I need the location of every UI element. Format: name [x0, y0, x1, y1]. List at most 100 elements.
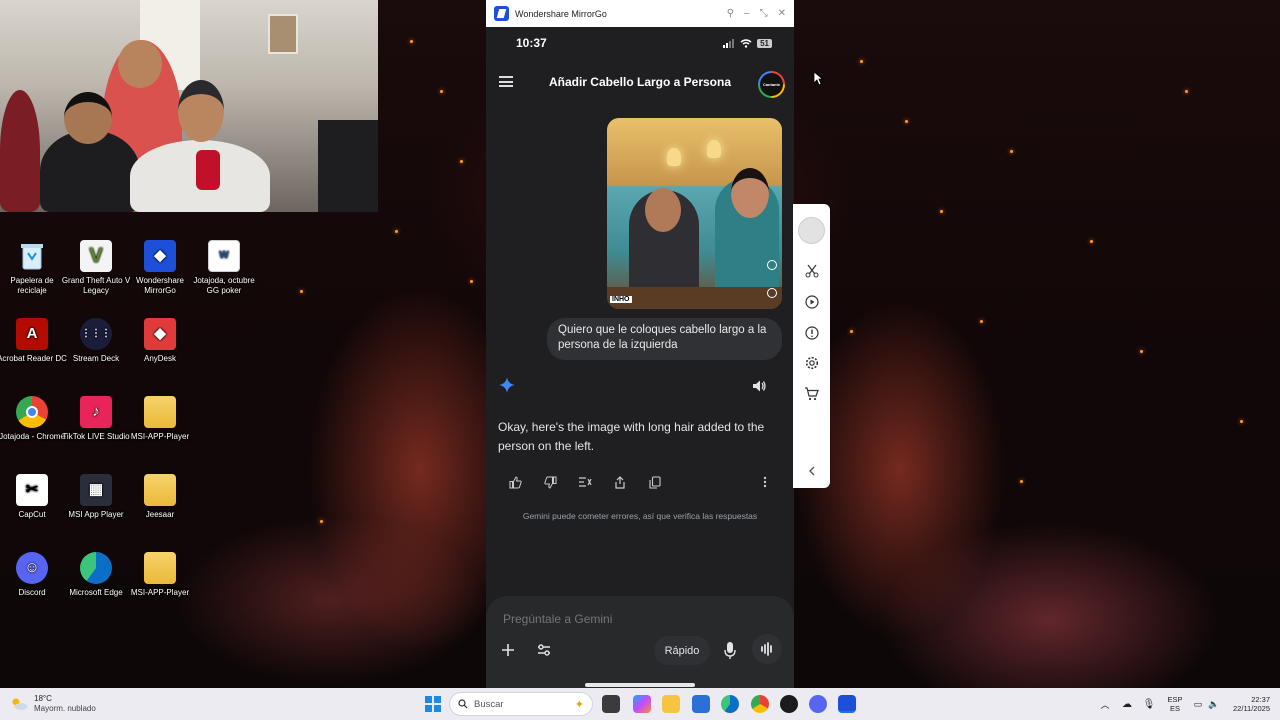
waveform-icon — [761, 642, 772, 656]
ember — [980, 320, 983, 323]
settings-gear-icon[interactable] — [803, 354, 820, 371]
mirrorgo-icon[interactable] — [838, 695, 856, 713]
lang-bottom: ES — [1169, 704, 1180, 713]
desktop-icon-folder[interactable]: MSI-APP-Player — [124, 396, 196, 442]
desktop-icon-label: Discord — [18, 588, 46, 597]
desktop-icon-chrome[interactable]: Jotajoda - Chrome — [0, 396, 68, 442]
home-indicator[interactable] — [585, 683, 695, 687]
desktop-icon-anydesk[interactable]: ◆ AnyDesk — [124, 318, 196, 364]
photo-table — [607, 287, 782, 309]
desktop-icon-acrobat[interactable]: A Acrobat Reader DC — [0, 318, 68, 364]
desktop-icon-folder[interactable]: Jeesaar — [124, 474, 196, 520]
user-message-bubble: Quiero que le coloques cabello largo a l… — [547, 318, 782, 360]
desktop-icon-label: MSI-APP-Player — [130, 432, 190, 441]
close-button[interactable]: ✕ — [778, 8, 786, 19]
more-options-icon[interactable] — [757, 474, 773, 490]
desktop-icon-label: Jotajoda - Chrome — [0, 432, 65, 441]
ember — [1240, 420, 1243, 423]
share-icon[interactable] — [612, 474, 628, 490]
uploaded-photo[interactable]: INHO — [607, 118, 782, 309]
modify-response-icon[interactable] — [577, 474, 593, 490]
system-tray: ︿ ☁ 🎙 ESP ES ▭ 🔈 22:37 22/11/2025 — [1094, 688, 1280, 720]
gemini-disclaimer: Gemini puede cometer errores, así que ve… — [522, 511, 758, 521]
network-icon[interactable]: ▭ — [1190, 699, 1206, 710]
weather-widget[interactable]: 18°C Mayorm. nublado — [10, 694, 96, 714]
signal-icon — [723, 38, 735, 48]
copy-icon[interactable] — [647, 474, 663, 490]
account-avatar[interactable]: Cantante — [758, 71, 785, 98]
webcam-person-head — [118, 40, 162, 88]
prompt-input[interactable] — [503, 612, 753, 626]
webcam-overlay — [0, 0, 378, 212]
microphone-icon[interactable]: 🎙 — [1138, 699, 1160, 710]
start-windows-icon[interactable] — [425, 696, 441, 712]
discord-icon[interactable] — [809, 695, 827, 713]
desktop-icon-edge[interactable]: Microsoft Edge — [60, 552, 132, 598]
mode-selector-button[interactable]: Rápido — [654, 636, 710, 665]
ember — [905, 120, 908, 123]
thumbs-down-icon[interactable] — [542, 474, 558, 490]
ember — [1090, 240, 1093, 243]
desktop-icon-mirrorgo[interactable]: ◆ Wondershare MirrorGo — [124, 240, 196, 296]
desktop-icon-gta[interactable]: V Grand Theft Auto V Legacy — [60, 240, 132, 296]
alert-icon[interactable] — [803, 324, 820, 341]
desktop-icon-folder[interactable]: MSI-APP-Player — [124, 552, 196, 598]
show-hidden-icons-chevron-up-icon[interactable]: ︿ — [1094, 698, 1116, 711]
device-avatar[interactable] — [798, 217, 825, 244]
desktop-icon-recycle-bin[interactable]: Papelera de reciclaje — [0, 240, 68, 296]
mirrorgo-side-toolbar — [793, 204, 830, 488]
ember — [460, 160, 463, 163]
copilot-icon[interactable] — [633, 695, 651, 713]
record-play-icon[interactable] — [803, 293, 820, 310]
desktop-icon-tiktok[interactable]: ♪ TikTok LIVE Studio — [60, 396, 132, 442]
obs-icon[interactable] — [780, 695, 798, 713]
ember — [1020, 480, 1023, 483]
tools-icon[interactable] — [536, 642, 552, 658]
store-icon[interactable] — [692, 695, 710, 713]
prompt-composer: Rápido — [486, 596, 794, 688]
microphone-icon[interactable] — [722, 639, 738, 661]
speaker-icon[interactable] — [752, 379, 766, 393]
thumbs-up-icon[interactable] — [507, 474, 523, 490]
desktop-icon-label: Papelera de reciclaje — [10, 276, 54, 295]
input-language[interactable]: ESP ES — [1160, 695, 1190, 713]
ember — [395, 230, 398, 233]
desktop-icon-discord[interactable]: ☺ Discord — [0, 552, 68, 598]
chrome-icon[interactable] — [751, 695, 769, 713]
gemini-response-text: Okay, here's the image with long hair ad… — [498, 420, 765, 453]
clock[interactable]: 22:37 22/11/2025 — [1222, 695, 1270, 713]
wifi-icon — [740, 38, 752, 48]
desktop-icon-label: Acrobat Reader DC — [0, 354, 67, 363]
onedrive-cloud-icon[interactable]: ☁ — [1116, 699, 1138, 710]
restore-button[interactable]: ⤡ — [760, 8, 768, 19]
desktop-icon-label: AnyDesk — [143, 354, 176, 363]
desktop-icon-label: TikTok LIVE Studio — [62, 432, 130, 441]
desktop-icon-label: Microsoft Edge — [69, 588, 123, 597]
collapse-chevron-left-icon[interactable] — [803, 462, 820, 479]
add-attachment-icon[interactable] — [500, 642, 516, 658]
desktop-icon-document[interactable]: W Jotajoda, octubre GG poker — [188, 240, 260, 296]
task-view-icon[interactable] — [602, 695, 620, 713]
ember — [850, 330, 853, 333]
photo-person-right-head — [731, 168, 769, 218]
desktop-icon-capcut[interactable]: ✂ CapCut — [0, 474, 68, 520]
minimize-button[interactable]: – — [744, 8, 750, 19]
desktop-icon-label: Stream Deck — [72, 354, 120, 363]
photo-lamp — [707, 140, 721, 158]
search-icon — [767, 260, 777, 270]
cart-icon[interactable] — [803, 385, 820, 402]
desktop-icon-label: MSI App Player — [68, 510, 124, 519]
desktop-icon-msi[interactable]: ▦ MSI App Player — [60, 474, 132, 520]
live-voice-button[interactable] — [752, 634, 782, 664]
document-icon: W — [208, 240, 240, 272]
desktop-icon-stream-deck[interactable]: ⋮⋮⋮ Stream Deck — [60, 318, 132, 364]
edge-icon[interactable] — [721, 695, 739, 713]
volume-icon[interactable]: 🔈 — [1206, 699, 1222, 710]
capcut-icon: ✂ — [16, 474, 48, 506]
file-explorer-icon[interactable] — [662, 695, 680, 713]
folder-icon — [144, 474, 176, 506]
screenshot-scissors-icon[interactable] — [803, 262, 820, 279]
lang-top: ESP — [1167, 695, 1183, 704]
taskbar-search[interactable]: Buscar ✦ — [449, 692, 593, 716]
pin-icon[interactable]: ⚲ — [727, 8, 734, 19]
